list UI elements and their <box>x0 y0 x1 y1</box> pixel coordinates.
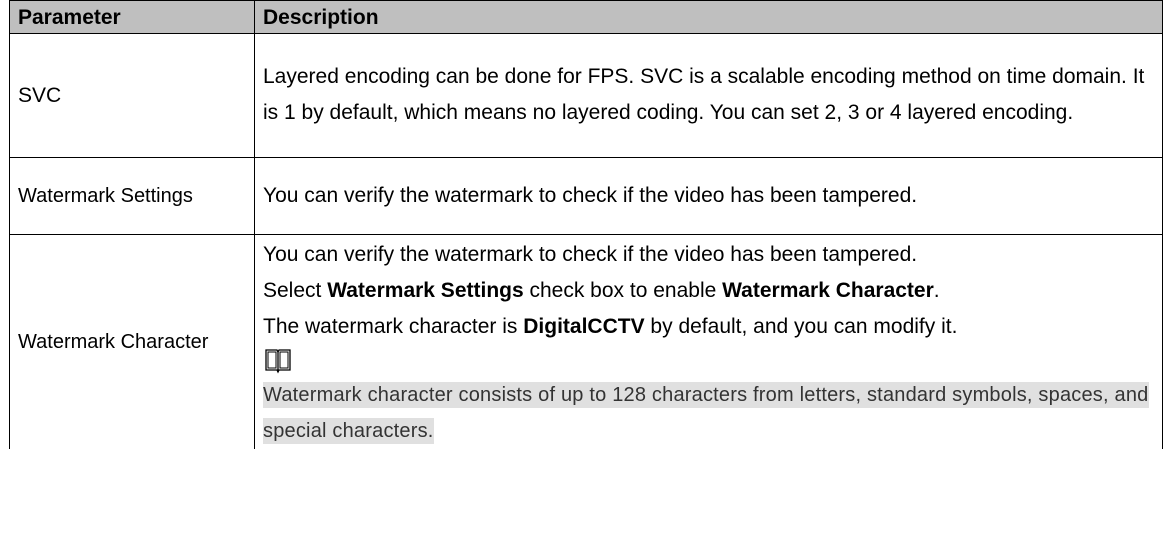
row-description-watermark-settings: You can verify the watermark to check if… <box>254 157 1163 235</box>
table-header-row: Parameter Description <box>9 0 1163 34</box>
note-text: Watermark character consists of up to 12… <box>263 382 1149 444</box>
row-parameter-watermark-character: Watermark Character <box>9 234 255 449</box>
table-row: Watermark Settings You can verify the wa… <box>9 157 1163 235</box>
default-suffix: by default, and you can modify it. <box>644 315 958 338</box>
row-parameter-svc: SVC <box>9 33 255 158</box>
select-prefix: Select <box>263 279 328 302</box>
header-description: Description <box>254 0 1163 34</box>
row-description-svc: Layered encoding can be done for FPS. SV… <box>254 33 1163 158</box>
watermark-default-text: The watermark character is DigitalCCTV b… <box>263 309 1154 345</box>
row-description-watermark-character: You can verify the watermark to check if… <box>254 234 1163 449</box>
table-row: SVC Layered encoding can be done for FPS… <box>9 33 1163 158</box>
watermark-intro-text: You can verify the watermark to check if… <box>263 243 918 266</box>
default-bold-digitalcctv: DigitalCCTV <box>523 315 645 338</box>
select-suffix: . <box>933 279 940 302</box>
book-icon <box>263 346 1154 376</box>
watermark-select-text: Select Watermark Settings check box to e… <box>263 273 1154 309</box>
row-parameter-watermark-settings: Watermark Settings <box>9 157 255 235</box>
select-bold-watermark-settings: Watermark Settings <box>327 279 524 302</box>
table-row: Watermark Character You can verify the w… <box>9 234 1163 449</box>
parameter-table: Parameter Description SVC Layered encodi… <box>9 0 1163 449</box>
select-bold-watermark-character: Watermark Character <box>722 279 934 302</box>
select-middle: check box to enable <box>523 279 723 302</box>
header-parameter: Parameter <box>9 0 255 34</box>
default-prefix: The watermark character is <box>263 315 524 338</box>
